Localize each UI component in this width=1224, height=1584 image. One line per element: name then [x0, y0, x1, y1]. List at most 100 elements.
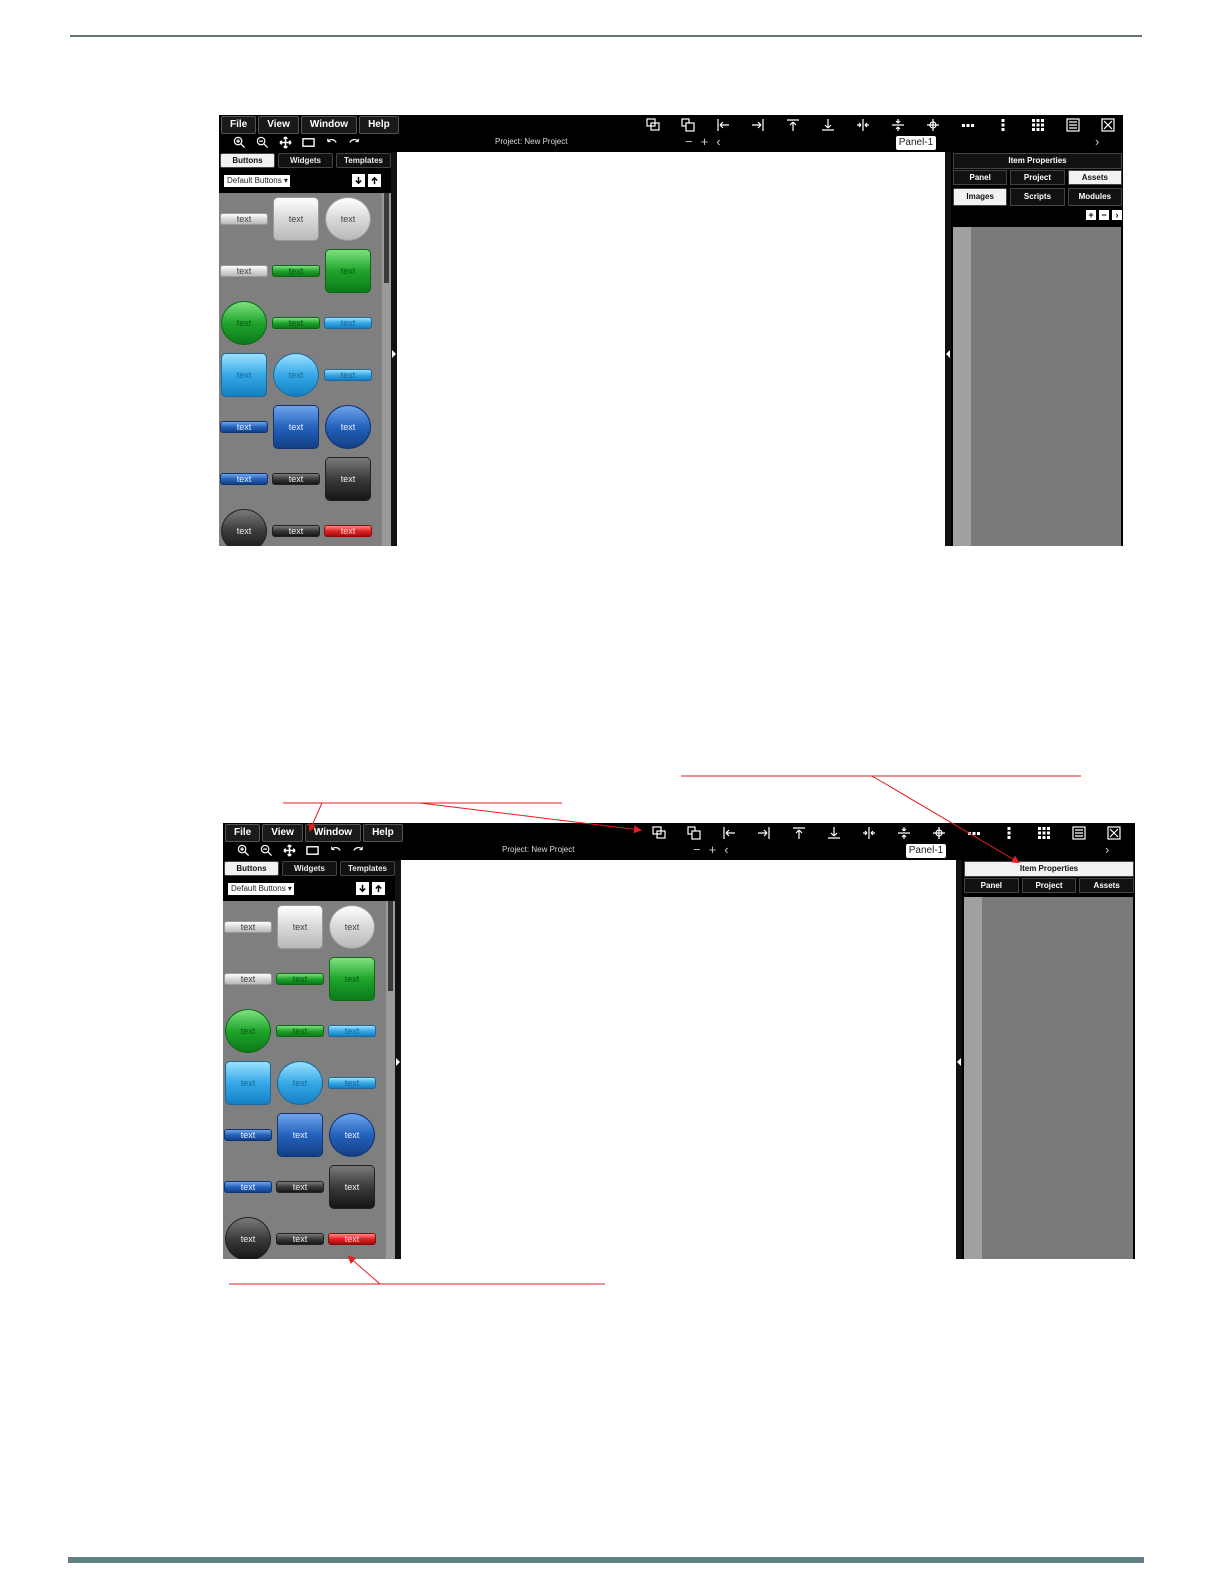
download-icon[interactable] — [356, 882, 369, 895]
palette-button[interactable]: text — [325, 249, 371, 293]
palette-button[interactable]: text — [224, 1181, 272, 1193]
align-top-icon[interactable] — [781, 824, 816, 841]
tab-templates[interactable]: Templates — [336, 153, 391, 168]
palette-button[interactable]: text — [324, 369, 372, 381]
zoom-in-button[interactable]: + — [709, 842, 717, 858]
move-icon[interactable] — [281, 843, 298, 858]
palette-button[interactable]: text — [273, 353, 319, 397]
expand-asset-icon[interactable]: › — [1112, 210, 1122, 220]
panel-selector[interactable]: Panel-1 — [906, 844, 946, 858]
design-canvas[interactable] — [397, 152, 945, 546]
palette-button[interactable]: text — [325, 457, 371, 501]
send-back-icon[interactable] — [670, 116, 705, 133]
zoom-in-icon[interactable] — [235, 843, 252, 858]
distribute-vertical-icon[interactable] — [985, 116, 1020, 133]
subtab-modules[interactable]: Modules — [1067, 188, 1122, 206]
palette-button[interactable]: text — [276, 1181, 324, 1193]
palette-button[interactable]: text — [325, 197, 371, 241]
align-bottom-icon[interactable] — [810, 116, 845, 133]
align-left-icon[interactable] — [705, 116, 740, 133]
menu-help[interactable]: Help — [363, 824, 403, 842]
center-both-icon[interactable] — [915, 116, 950, 133]
palette-button[interactable]: text — [220, 265, 268, 277]
palette-button[interactable]: text — [221, 509, 267, 546]
palette-button[interactable]: text — [329, 1165, 375, 1209]
palette-button[interactable]: text — [276, 973, 324, 985]
menu-window[interactable]: Window — [300, 116, 358, 134]
rectangle-icon[interactable] — [300, 135, 317, 150]
palette-button[interactable]: text — [225, 1217, 271, 1259]
palette-button[interactable]: text — [273, 405, 319, 449]
palette-button[interactable]: text — [221, 353, 267, 397]
tab-widgets[interactable]: Widgets — [282, 861, 337, 876]
item-properties-header[interactable]: Item Properties — [953, 153, 1122, 169]
distribute-horizontal-icon[interactable] — [950, 116, 985, 133]
palette-button[interactable]: text — [224, 973, 272, 985]
close-box-icon[interactable] — [1096, 824, 1131, 841]
palette-button[interactable]: text — [272, 317, 320, 329]
menu-window[interactable]: Window — [304, 824, 362, 842]
palette-button[interactable]: text — [220, 473, 268, 485]
palette-button[interactable]: text — [225, 1009, 271, 1053]
palette-button[interactable]: text — [329, 957, 375, 1001]
upload-icon[interactable] — [368, 174, 381, 187]
palette-button[interactable]: text — [328, 1077, 376, 1089]
palette-button[interactable]: text — [325, 405, 371, 449]
grid-icon[interactable] — [1020, 116, 1055, 133]
align-right-icon[interactable] — [746, 824, 781, 841]
button-set-dropdown[interactable]: Default Buttons ▾ — [224, 175, 290, 187]
palette-button[interactable]: text — [272, 525, 320, 537]
subtab-scripts[interactable]: Scripts — [1010, 188, 1065, 206]
scroll-thumb[interactable] — [388, 901, 393, 991]
palette-button[interactable]: text — [328, 1025, 376, 1037]
palette-button[interactable]: text — [224, 1129, 272, 1141]
distribute-vertical-icon[interactable] — [991, 824, 1026, 841]
palette-button[interactable]: text — [224, 921, 272, 933]
subtab-images[interactable]: Images — [953, 188, 1008, 206]
palette-scrollbar[interactable] — [382, 193, 391, 546]
tab-buttons[interactable]: Buttons — [220, 153, 275, 168]
palette-button[interactable]: text — [329, 905, 375, 949]
item-properties-header[interactable]: Item Properties — [964, 861, 1134, 877]
palette-button[interactable]: text — [329, 1113, 375, 1157]
palette-button[interactable]: text — [276, 1233, 324, 1245]
palette-button[interactable]: text — [273, 197, 319, 241]
send-back-icon[interactable] — [676, 824, 711, 841]
zoom-out-button[interactable]: − — [693, 842, 701, 858]
design-canvas[interactable] — [401, 860, 956, 1259]
palette-button[interactable]: text — [272, 265, 320, 277]
distribute-horizontal-icon[interactable] — [956, 824, 991, 841]
palette-scrollbar[interactable] — [386, 901, 395, 1259]
palette-button[interactable]: text — [277, 1113, 323, 1157]
panel-selector[interactable]: Panel-1 — [896, 136, 936, 150]
zoom-in-icon[interactable] — [231, 135, 248, 150]
remove-asset-icon[interactable]: − — [1099, 210, 1109, 220]
close-box-icon[interactable] — [1090, 116, 1123, 133]
tab-templates[interactable]: Templates — [340, 861, 395, 876]
tab-assets[interactable]: Assets — [1067, 170, 1122, 185]
bring-front-icon[interactable] — [635, 116, 670, 133]
add-asset-icon[interactable]: + — [1086, 210, 1096, 220]
center-horizontal-icon[interactable] — [845, 116, 880, 133]
upload-icon[interactable] — [372, 882, 385, 895]
tab-panel[interactable]: Panel — [953, 170, 1008, 185]
list-icon[interactable] — [1061, 824, 1096, 841]
menu-file[interactable]: File — [225, 824, 261, 842]
list-icon[interactable] — [1055, 116, 1090, 133]
undo-icon[interactable] — [323, 135, 340, 150]
tab-assets[interactable]: Assets — [1079, 878, 1135, 893]
tab-widgets[interactable]: Widgets — [278, 153, 333, 168]
palette-button[interactable]: text — [277, 1061, 323, 1105]
zoom-out-button[interactable]: − — [685, 134, 693, 150]
align-bottom-icon[interactable] — [816, 824, 851, 841]
align-left-icon[interactable] — [711, 824, 746, 841]
redo-icon[interactable] — [350, 843, 367, 858]
bring-front-icon[interactable] — [641, 824, 676, 841]
tab-panel[interactable]: Panel — [964, 878, 1019, 893]
palette-button[interactable]: text — [324, 525, 372, 537]
menu-file[interactable]: File — [221, 116, 257, 134]
palette-button[interactable]: text — [220, 213, 268, 225]
grid-icon[interactable] — [1026, 824, 1061, 841]
menu-help[interactable]: Help — [359, 116, 399, 134]
menu-view[interactable]: View — [262, 824, 303, 842]
